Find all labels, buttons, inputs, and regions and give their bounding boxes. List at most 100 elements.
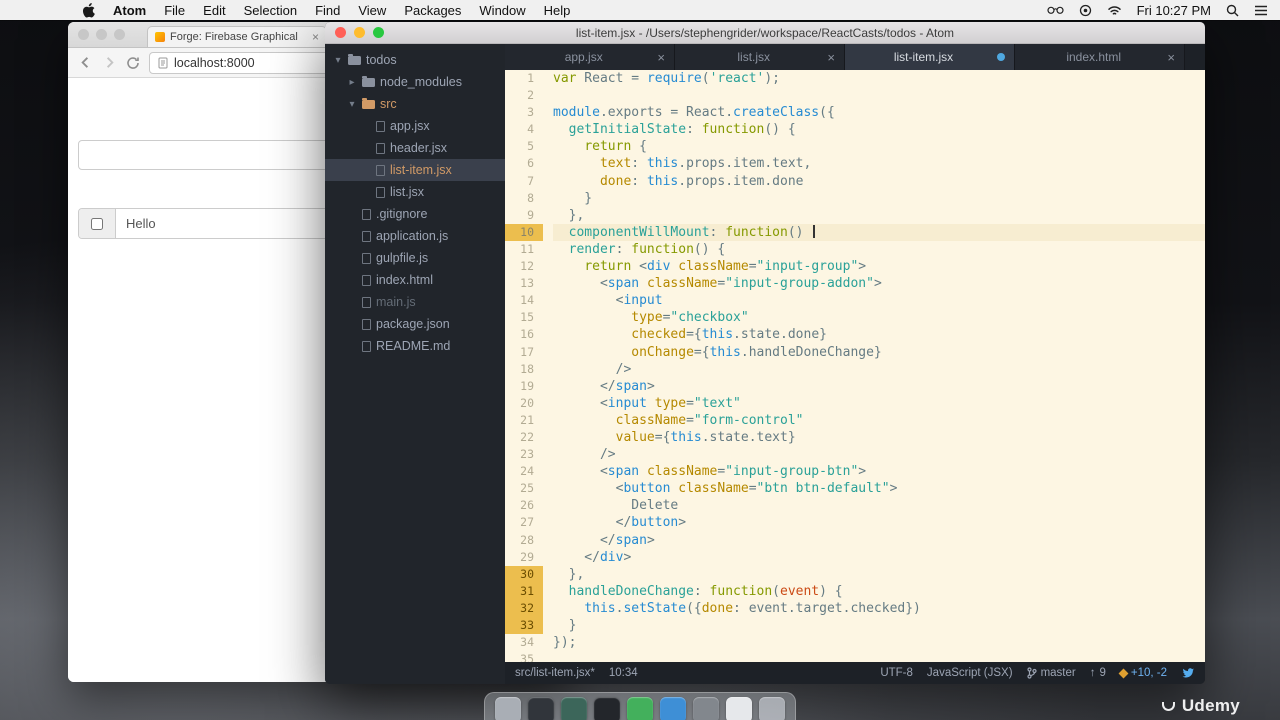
dock-icon-app-6[interactable] [660,697,686,720]
code-line[interactable]: } [553,190,1205,207]
status-circle-icon[interactable] [1079,4,1092,17]
tree-item-gulpfile-js[interactable]: gulpfile.js [325,247,505,269]
dock-icon-app-2[interactable] [528,697,554,720]
browser-close-button[interactable] [78,29,89,40]
code-line[interactable]: componentWillMount: function() [553,223,1205,241]
code-line[interactable]: return { [553,138,1205,155]
apple-menu-icon[interactable] [82,2,95,18]
menu-item-atom[interactable]: Atom [113,3,146,18]
dock-icon-app-3[interactable] [561,697,587,720]
browser-tab-close-icon[interactable]: × [312,30,319,44]
code-line[interactable]: /> [553,446,1205,463]
tree-item-index-html[interactable]: index.html [325,269,505,291]
atom-minimize-button[interactable] [354,27,365,38]
tab-close-icon[interactable]: × [827,50,835,65]
menu-clock[interactable]: Fri 10:27 PM [1137,3,1211,18]
code-line[interactable]: <button className="btn btn-default"> [553,480,1205,497]
editor[interactable]: 1 2 3 4 5 6 7 8 9 10 11 12 13 14 15 16 17 18 19 20 21 22 23 24 2… [505,70,1205,662]
tab-close-icon[interactable]: × [657,50,665,65]
code-line[interactable]: </button> [553,514,1205,531]
tree-item-app-jsx[interactable]: app.jsx [325,115,505,137]
dock-icon-app-5[interactable] [627,697,653,720]
status-git-branch[interactable]: master [1026,667,1076,679]
tree-item-list-item-jsx[interactable]: list-item.jsx [325,159,505,181]
tab-index-html[interactable]: index.html × [1015,44,1185,70]
code-line[interactable] [553,651,1205,662]
code-line[interactable]: checked={this.state.done} [553,326,1205,343]
status-cursor-position[interactable]: 10:34 [609,667,638,679]
tab-app-jsx[interactable]: app.jsx × [505,44,675,70]
tree-item-src[interactable]: ▾ src [325,93,505,115]
browser-tab[interactable]: Forge: Firebase Graphical × [147,26,327,47]
code-line[interactable]: }, [553,566,1205,583]
notification-center-icon[interactable] [1254,5,1268,16]
bird-icon[interactable] [1181,667,1195,679]
tree-item-header-jsx[interactable]: header.jsx [325,137,505,159]
browser-minimize-button[interactable] [96,29,107,40]
code-line[interactable]: var React = require('react'); [553,70,1205,87]
code-line[interactable]: Delete [553,497,1205,514]
code-line[interactable]: <span className="input-group-addon"> [553,275,1205,292]
tree-item-gitignore[interactable]: .gitignore [325,203,505,225]
code-line[interactable]: /> [553,361,1205,378]
dock-icon-app-7[interactable] [693,697,719,720]
code-line[interactable]: </span> [553,378,1205,395]
spotlight-icon[interactable] [1226,4,1239,17]
code-line[interactable]: type="checkbox" [553,309,1205,326]
code-line[interactable] [553,87,1205,104]
code-line[interactable]: <input type="text" [553,395,1205,412]
code-line[interactable]: </span> [553,532,1205,549]
tree-item-package-json[interactable]: package.json [325,313,505,335]
menu-item-file[interactable]: File [164,3,185,18]
tree-item-list-jsx[interactable]: list.jsx [325,181,505,203]
forward-button[interactable] [102,55,117,70]
menu-item-help[interactable]: Help [544,3,571,18]
tree-item-todos[interactable]: ▾ todos [325,49,505,71]
dock-icon-trash[interactable] [759,697,785,720]
menu-item-window[interactable]: Window [479,3,525,18]
eyeglasses-menu-icon[interactable] [1046,5,1064,15]
tree-item-readme-md[interactable]: README.md [325,335,505,357]
tree-item-node-modules[interactable]: ▸ node_modules [325,71,505,93]
status-git-diff[interactable]: +10, -2 [1118,667,1167,679]
menu-item-packages[interactable]: Packages [404,3,461,18]
code-line[interactable]: <span className="input-group-btn"> [553,463,1205,480]
atom-title-bar[interactable]: list-item.jsx - /Users/stephengrider/wor… [325,22,1205,44]
code-line[interactable]: }); [553,634,1205,651]
code-line[interactable]: </div> [553,549,1205,566]
code-line[interactable]: module.exports = React.createClass({ [553,104,1205,121]
menu-item-selection[interactable]: Selection [244,3,297,18]
dock-icon-app-8[interactable] [726,697,752,720]
code-line[interactable]: onChange={this.handleDoneChange} [553,344,1205,361]
status-grammar[interactable]: JavaScript (JSX) [927,667,1013,679]
code-line[interactable]: text: this.props.item.text, [553,155,1205,172]
tree-item-application-js[interactable]: application.js [325,225,505,247]
code-line[interactable]: handleDoneChange: function(event) { [553,583,1205,600]
status-encoding[interactable]: UTF-8 [880,667,913,679]
tree-item-main-js[interactable]: main.js [325,291,505,313]
code-line[interactable]: done: this.props.item.done [553,173,1205,190]
menu-item-find[interactable]: Find [315,3,340,18]
dock-icon-app-1[interactable] [495,697,521,720]
code-area[interactable]: var React = require('react'); module.expo… [543,70,1205,662]
code-line[interactable]: render: function() { [553,241,1205,258]
wifi-icon[interactable] [1107,5,1122,16]
menu-item-edit[interactable]: Edit [203,3,225,18]
code-line[interactable]: <input [553,292,1205,309]
code-line[interactable]: this.setState({done: event.target.checke… [553,600,1205,617]
dock-icon-app-4[interactable] [594,697,620,720]
code-line[interactable]: } [553,617,1205,634]
code-line[interactable]: className="form-control" [553,412,1205,429]
code-line[interactable]: value={this.state.text} [553,429,1205,446]
tab-close-icon[interactable]: × [1167,50,1175,65]
tab-list-item-jsx[interactable]: list-item.jsx [845,44,1015,70]
code-line[interactable]: }, [553,207,1205,224]
tab-list-jsx[interactable]: list.jsx × [675,44,845,70]
reload-button[interactable] [126,56,140,70]
atom-close-button[interactable] [335,27,346,38]
code-line[interactable]: getInitialState: function() { [553,121,1205,138]
atom-zoom-button[interactable] [373,27,384,38]
todo-done-checkbox[interactable] [91,217,103,230]
menu-item-view[interactable]: View [358,3,386,18]
back-button[interactable] [78,55,93,70]
